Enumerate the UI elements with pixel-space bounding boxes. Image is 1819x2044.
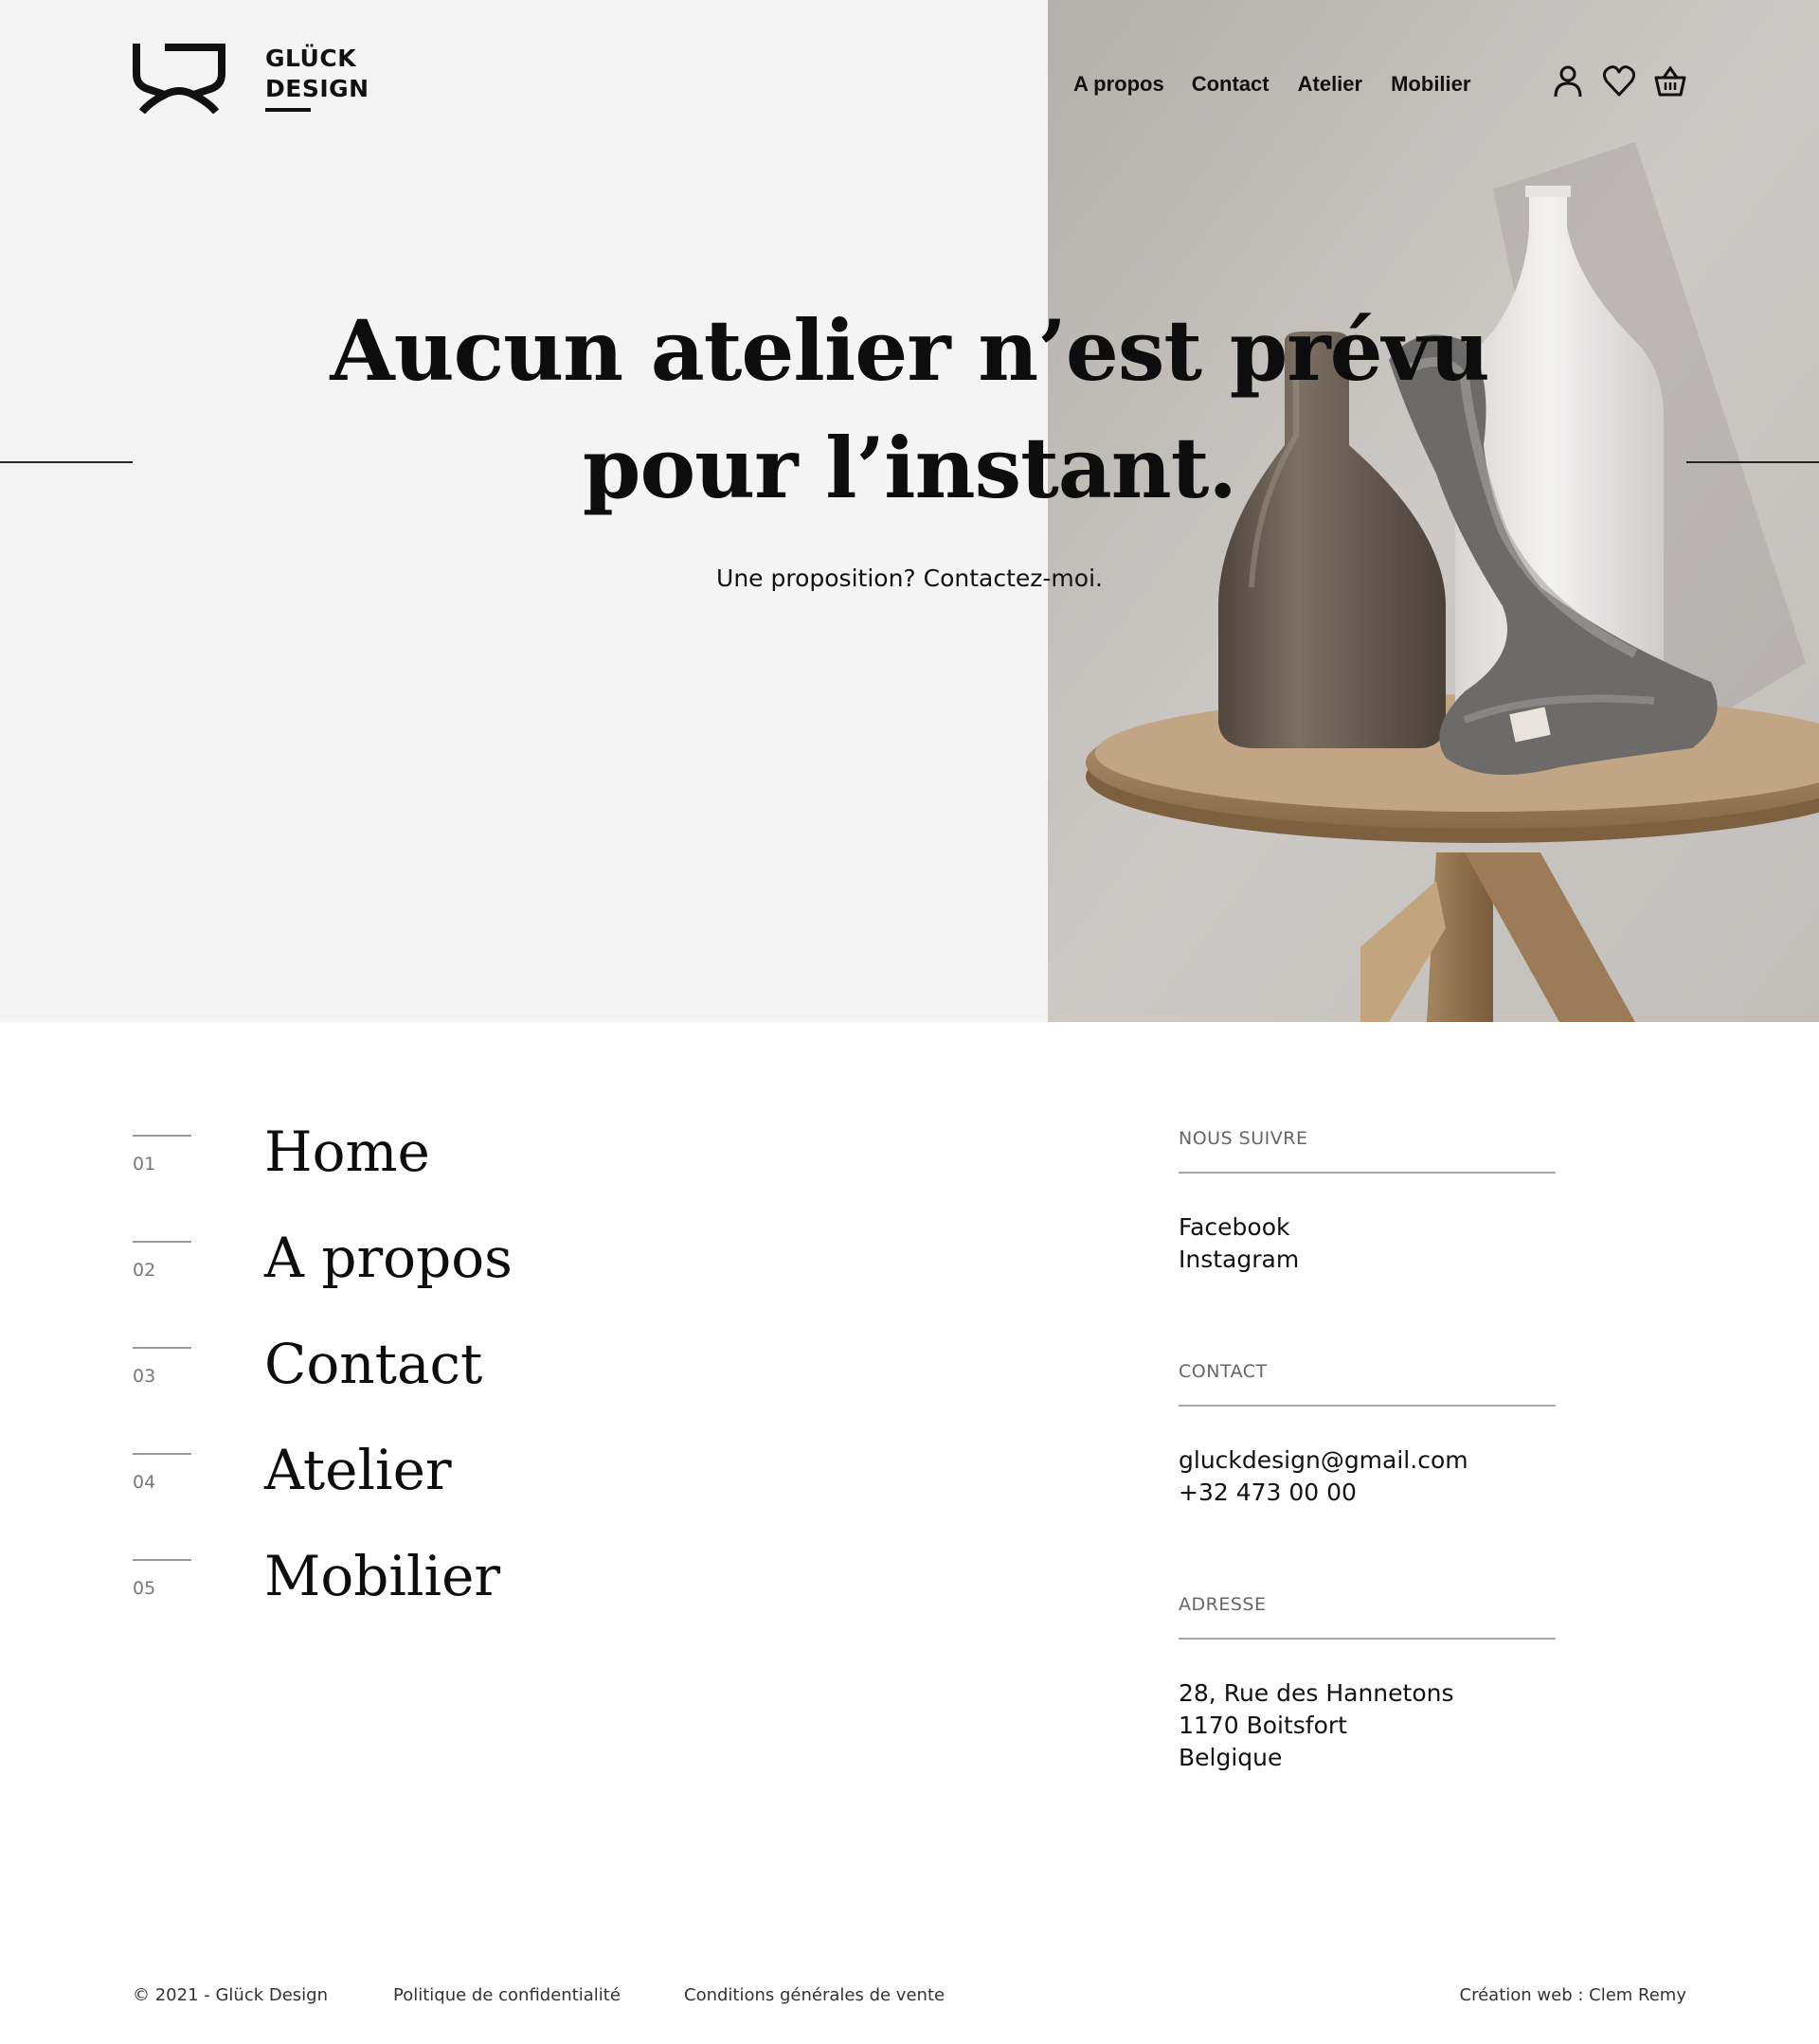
user-icon[interactable] [1552,64,1584,99]
nav-link-mobilier[interactable]: Mobilier [1391,72,1470,97]
header-icons [1552,64,1686,99]
instagram-link[interactable]: Instagram [1179,1244,1556,1276]
menu-link-contact[interactable]: Contact [264,1332,482,1396]
menu-item-rule [133,1241,191,1243]
menu-link-mobilier[interactable]: Mobilier [264,1544,500,1608]
menu-item-rule [133,1453,191,1455]
address-section: ADRESSE 28, Rue des Hannetons 1170 Boits… [1179,1594,1556,1774]
phone-link[interactable]: +32 473 00 00 [1179,1477,1556,1509]
address-heading: ADRESSE [1179,1594,1267,1615]
menu-link-atelier[interactable]: Atelier [264,1438,452,1502]
brand-underline [265,108,311,112]
logo-mark-icon [133,44,225,114]
credit-link[interactable]: Création web : Clem Remy [1460,1985,1686,2005]
contact-heading: CONTACT [1179,1361,1268,1382]
address-line-1: 28, Rue des Hannetons [1179,1679,1454,1707]
menu-link-home[interactable]: Home [264,1120,430,1184]
email-link[interactable]: gluckdesign@gmail.com [1179,1444,1556,1477]
nav-link-a-propos[interactable]: A propos [1073,72,1164,97]
nav-link-contact[interactable]: Contact [1192,72,1270,97]
facebook-link[interactable]: Facebook [1179,1211,1556,1244]
copyright: © 2021 - Glück Design [133,1985,329,2005]
menu-item-number: 04 [133,1472,156,1493]
decorative-line-left [0,461,133,463]
hero-title-line-2: pour l’instant. [582,419,1237,517]
contact-rule [1179,1405,1556,1407]
menu-item-rule [133,1135,191,1137]
nav-link-atelier[interactable]: Atelier [1298,72,1362,97]
follow-heading: NOUS SUIVRE [1179,1128,1308,1149]
menu-item-rule [133,1559,191,1561]
menu-link-a-propos[interactable]: A propos [264,1226,513,1290]
main-nav: A propos Contact Atelier Mobilier [1073,72,1499,97]
brand-line-2: DESIGN [265,75,369,102]
terms-link[interactable]: Conditions générales de vente [684,1985,945,2005]
decorative-line-right [1686,461,1819,463]
heart-icon[interactable] [1602,64,1636,99]
hero-title: Aucun atelier n’est prévu pour l’instant… [0,292,1819,527]
hero-subtitle[interactable]: Une proposition? Contactez-moi. [0,565,1819,592]
menu-item-number: 05 [133,1578,156,1599]
follow-section: NOUS SUIVRE Facebook Instagram [1179,1128,1556,1276]
brand-line-1: GLÜCK [265,45,357,72]
menu-item-rule [133,1347,191,1349]
menu-item-number: 01 [133,1154,156,1174]
address-line-3: Belgique [1179,1744,1283,1771]
hero-title-line-1: Aucun atelier n’est prévu [330,301,1489,400]
address-line-2: 1170 Boitsfort [1179,1712,1347,1739]
follow-rule [1179,1172,1556,1174]
privacy-link[interactable]: Politique de confidentialité [393,1985,621,2005]
brand-name: GLÜCK DESIGN [265,44,369,104]
menu-item-number: 02 [133,1260,156,1281]
hero-section: GLÜCK DESIGN A propos Contact Atelier Mo… [0,0,1819,1022]
basket-icon[interactable] [1654,64,1686,99]
address-rule [1179,1638,1556,1640]
menu-item-number: 03 [133,1366,156,1387]
contact-section: CONTACT gluckdesign@gmail.com +32 473 00… [1179,1361,1556,1509]
